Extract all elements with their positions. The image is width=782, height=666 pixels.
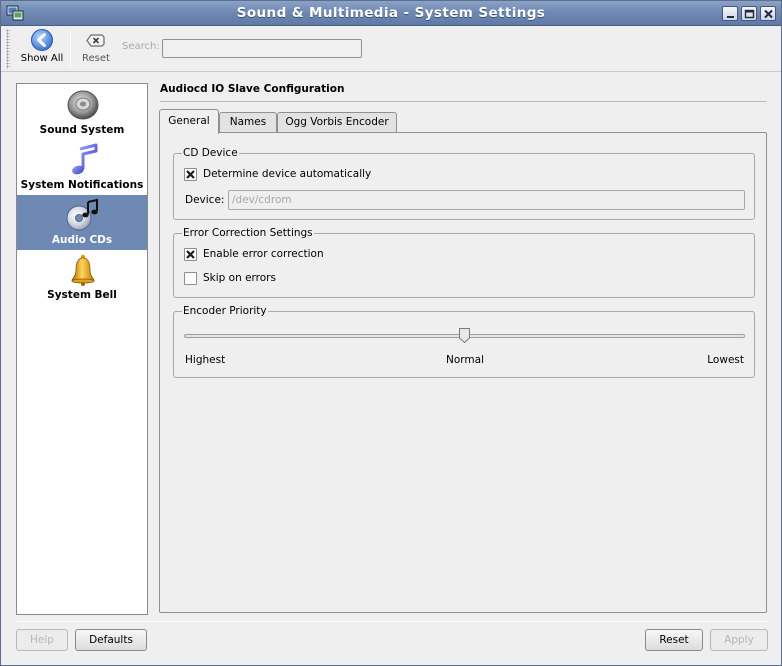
- help-label: Help: [30, 634, 54, 646]
- checkmark-icon: [186, 170, 195, 179]
- minimize-button[interactable]: [722, 6, 738, 21]
- maximize-icon: [744, 9, 755, 19]
- sidebar-item-label: Sound System: [39, 124, 125, 136]
- skip-on-errors-label[interactable]: Skip on errors: [203, 272, 276, 284]
- reset-icon: [86, 34, 105, 47]
- audio-cd-icon: [66, 198, 98, 231]
- enable-error-correction-checkbox[interactable]: [184, 248, 197, 261]
- music-note-icon: [72, 143, 98, 175]
- skip-on-errors-checkbox[interactable]: [184, 272, 197, 285]
- show-all-label: Show All: [20, 53, 64, 64]
- toolbar-grip[interactable]: [6, 29, 10, 69]
- settings-window: Sound & Multimedia - System Settings Sho…: [0, 0, 782, 666]
- sidebar-item-label: System Notifications: [20, 179, 144, 191]
- apply-label: Apply: [724, 634, 754, 646]
- search-input[interactable]: [162, 39, 362, 58]
- priority-normal-label: Normal: [446, 354, 484, 366]
- window-title: Sound & Multimedia - System Settings: [236, 5, 546, 21]
- tab-ogg-vorbis-encoder[interactable]: Ogg Vorbis Encoder: [277, 112, 397, 133]
- minimize-icon: [727, 16, 734, 18]
- title-bar[interactable]: Sound & Multimedia - System Settings: [1, 1, 781, 26]
- toolbar: Show All Reset Search:: [1, 26, 781, 72]
- footer-divider: [16, 621, 768, 622]
- help-button[interactable]: Help: [16, 629, 68, 651]
- tab-names[interactable]: Names: [219, 112, 277, 133]
- error-correction-group: Error Correction Settings Enable error c…: [173, 227, 755, 298]
- sidebar-item-audio-cds[interactable]: Audio CDs: [17, 195, 147, 250]
- tab-label: Ogg Vorbis Encoder: [285, 116, 389, 128]
- maximize-button[interactable]: [741, 6, 757, 21]
- group-title: Error Correction Settings: [182, 227, 314, 239]
- priority-highest-label: Highest: [185, 354, 226, 366]
- speaker-icon: [67, 90, 99, 120]
- encoder-priority-group: Encoder Priority Highest Normal Lowest: [173, 305, 755, 378]
- device-field[interactable]: /dev/cdrom: [228, 190, 745, 210]
- toolbar-separator: [70, 31, 71, 67]
- search-label: Search:: [122, 41, 160, 52]
- page-title: Audiocd IO Slave Configuration: [160, 83, 345, 95]
- sidebar-item-system-bell[interactable]: System Bell: [17, 250, 147, 305]
- category-sidebar: Sound System System Notifications Audio …: [16, 83, 148, 615]
- cd-device-group: CD Device Determine device automatically…: [173, 147, 755, 220]
- page-title-divider: [160, 101, 767, 102]
- reset-toolbar-label: Reset: [82, 53, 110, 64]
- close-icon: [764, 9, 773, 19]
- reset-button[interactable]: Reset: [645, 629, 703, 651]
- group-title: CD Device: [182, 147, 239, 159]
- tab-general[interactable]: General: [159, 109, 219, 134]
- enable-error-correction-label[interactable]: Enable error correction: [203, 248, 324, 260]
- sidebar-item-sound-system[interactable]: Sound System: [17, 85, 147, 140]
- reset-label: Reset: [659, 634, 689, 646]
- auto-detect-label[interactable]: Determine device automatically: [203, 168, 371, 180]
- tab-label: General: [168, 115, 210, 127]
- close-button[interactable]: [760, 6, 776, 21]
- defaults-label: Defaults: [89, 634, 133, 646]
- tab-panel-general: CD Device Determine device automatically…: [159, 132, 767, 613]
- auto-detect-checkbox[interactable]: [184, 168, 197, 181]
- slider-handle[interactable]: [459, 328, 470, 343]
- sidebar-item-label: System Bell: [47, 289, 117, 301]
- tab-label: Names: [229, 116, 267, 128]
- sidebar-item-label: Audio CDs: [51, 234, 113, 246]
- priority-lowest-label: Lowest: [707, 354, 744, 366]
- bell-icon: [71, 254, 95, 286]
- device-label: Device:: [185, 194, 225, 206]
- apply-button[interactable]: Apply: [710, 629, 768, 651]
- show-all-button[interactable]: Show All: [18, 28, 66, 64]
- defaults-button[interactable]: Defaults: [75, 629, 147, 651]
- checkmark-icon: [186, 250, 195, 259]
- sidebar-item-system-notifications[interactable]: System Notifications: [17, 140, 147, 195]
- reset-toolbar-button[interactable]: Reset: [77, 28, 115, 64]
- group-title: Encoder Priority: [182, 305, 268, 317]
- back-arrow-icon: [31, 29, 53, 51]
